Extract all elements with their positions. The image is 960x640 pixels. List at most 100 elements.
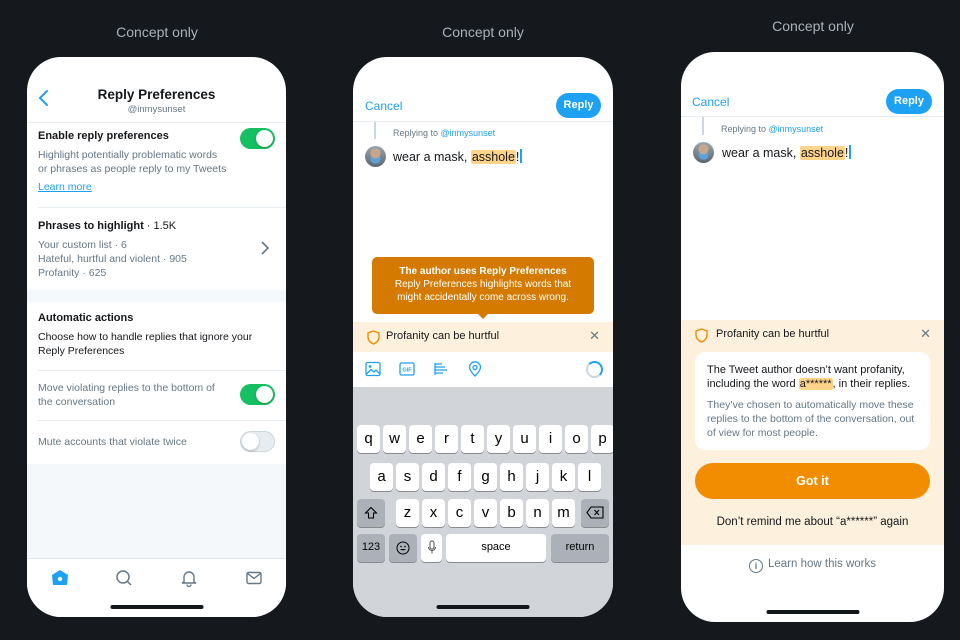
tooltip-line-2: might accidentally come across wrong.: [397, 292, 569, 303]
key-h[interactable]: h: [500, 463, 523, 491]
messages-envelope-icon[interactable]: [245, 569, 263, 587]
key-i[interactable]: i: [539, 425, 562, 453]
key-t[interactable]: t: [461, 425, 484, 453]
replying-to-label: Replying to @inmysunset: [393, 128, 496, 138]
cancel-button[interactable]: Cancel: [692, 95, 729, 109]
info-sub-text: They’ve chosen to automatically move the…: [707, 399, 915, 439]
phrase-list-item: Hateful, hurtful and violent · 905: [38, 253, 187, 265]
cancel-button[interactable]: Cancel: [365, 99, 402, 113]
svg-text:GIF: GIF: [402, 368, 412, 374]
key-o[interactable]: o: [565, 425, 588, 453]
phrase-list-item: Profanity · 625: [38, 267, 107, 279]
profanity-warning-screen: Cancel Reply Replying to @inmysunset wea…: [681, 52, 944, 622]
key-d[interactable]: d: [422, 463, 445, 491]
key-m[interactable]: m: [552, 499, 575, 527]
replying-to-handle[interactable]: @inmysunset: [769, 124, 824, 134]
keyboard: qwertyuiop asdfghjkl zxcvbnm 123 space r…: [353, 387, 613, 617]
divider: [38, 207, 286, 208]
poll-icon[interactable]: [433, 361, 449, 377]
automatic-actions-title: Automatic actions: [38, 312, 134, 324]
header-divider: [353, 121, 613, 122]
home-indicator: [110, 605, 203, 609]
key-g[interactable]: g: [474, 463, 497, 491]
enable-description-1: Highlight potentially problematic words: [38, 149, 218, 161]
section-spacer: [27, 290, 286, 302]
key-p[interactable]: p: [591, 425, 613, 453]
key-c[interactable]: c: [448, 499, 471, 527]
automatic-description-1: Choose how to handle replies that ignore…: [38, 331, 253, 343]
space-key[interactable]: space: [446, 534, 546, 562]
thread-line: [702, 117, 704, 135]
got-it-button[interactable]: Got it: [695, 463, 930, 499]
tweet-input[interactable]: wear a mask, asshole!: [722, 145, 852, 160]
tooltip-line-1: Reply Preferences highlights words that: [394, 279, 572, 290]
key-b[interactable]: b: [500, 499, 523, 527]
emoji-key[interactable]: [389, 534, 417, 562]
chevron-right-icon[interactable]: [260, 241, 270, 255]
caption-1: Concept only: [116, 24, 198, 40]
profanity-warning-bar[interactable]: Profanity can be hurtful ✕: [353, 322, 613, 352]
text-caret: [849, 145, 852, 159]
enable-reply-preferences-toggle[interactable]: [240, 128, 275, 149]
key-r[interactable]: r: [435, 425, 458, 453]
learn-more-link[interactable]: Learn more: [38, 181, 275, 193]
highlighted-word: asshole: [470, 150, 516, 164]
automatic-description-2: Reply Preferences: [38, 345, 125, 357]
compose-toolbar: GIF: [353, 352, 613, 388]
info-icon: i: [748, 559, 763, 573]
caption-3: Concept only: [772, 18, 854, 34]
notifications-bell-icon[interactable]: [180, 569, 198, 587]
tweet-input[interactable]: wear a mask, asshole!: [393, 149, 523, 164]
shift-key[interactable]: [357, 499, 385, 527]
character-count-ring: [586, 361, 603, 378]
learn-how-link[interactable]: i Learn how this works: [681, 558, 944, 573]
move-replies-toggle[interactable]: [240, 384, 275, 405]
shield-icon: [367, 330, 380, 345]
key-a[interactable]: a: [370, 463, 393, 491]
key-s[interactable]: s: [396, 463, 419, 491]
reply-button[interactable]: Reply: [556, 93, 601, 118]
key-w[interactable]: w: [383, 425, 406, 453]
enable-description-2: or phrases as people reply to my Tweets: [38, 163, 227, 175]
replying-to-label: Replying to @inmysunset: [721, 124, 824, 134]
image-icon[interactable]: [365, 361, 381, 377]
gif-icon[interactable]: GIF: [399, 361, 415, 377]
key-l[interactable]: l: [578, 463, 601, 491]
phrases-section[interactable]: Phrases to highlight · 1.5K Your custom …: [27, 220, 286, 280]
key-u[interactable]: u: [513, 425, 536, 453]
replying-to-handle[interactable]: @inmysunset: [441, 128, 496, 138]
key-x[interactable]: x: [422, 499, 445, 527]
shield-icon: [695, 328, 708, 343]
close-icon[interactable]: ✕: [589, 328, 600, 344]
thread-line: [374, 122, 376, 139]
empty-area: [27, 464, 286, 558]
search-icon[interactable]: [115, 569, 133, 587]
tooltip-title: The author uses Reply Preferences: [399, 266, 567, 277]
reply-preferences-screen: Reply Preferences @inmysunset Enable rep…: [27, 57, 286, 617]
home-indicator: [436, 605, 530, 609]
dont-remind-link[interactable]: Don’t remind me about “a******” again: [681, 516, 944, 528]
numbers-key[interactable]: 123: [357, 534, 385, 562]
key-f[interactable]: f: [448, 463, 471, 491]
location-icon[interactable]: [467, 361, 483, 377]
home-icon[interactable]: [51, 569, 69, 587]
settings-header: Reply Preferences @inmysunset: [27, 57, 286, 123]
key-e[interactable]: e: [409, 425, 432, 453]
key-j[interactable]: j: [526, 463, 549, 491]
phrases-title: Phrases to highlight · 1.5K: [38, 220, 177, 232]
key-q[interactable]: q: [357, 425, 380, 453]
key-k[interactable]: k: [552, 463, 575, 491]
key-y[interactable]: y: [487, 425, 510, 453]
return-key[interactable]: return: [551, 534, 609, 562]
key-v[interactable]: v: [474, 499, 497, 527]
key-n[interactable]: n: [526, 499, 549, 527]
reply-preferences-tooltip: The author uses Reply Preferences Reply …: [372, 257, 594, 319]
key-z[interactable]: z: [396, 499, 419, 527]
account-handle: @inmysunset: [127, 104, 186, 115]
backspace-key[interactable]: [581, 499, 609, 527]
close-icon[interactable]: ✕: [920, 326, 931, 342]
divider: [38, 420, 286, 421]
dictation-key[interactable]: [421, 534, 442, 562]
reply-button[interactable]: Reply: [886, 89, 932, 114]
mute-accounts-toggle[interactable]: [240, 431, 275, 452]
